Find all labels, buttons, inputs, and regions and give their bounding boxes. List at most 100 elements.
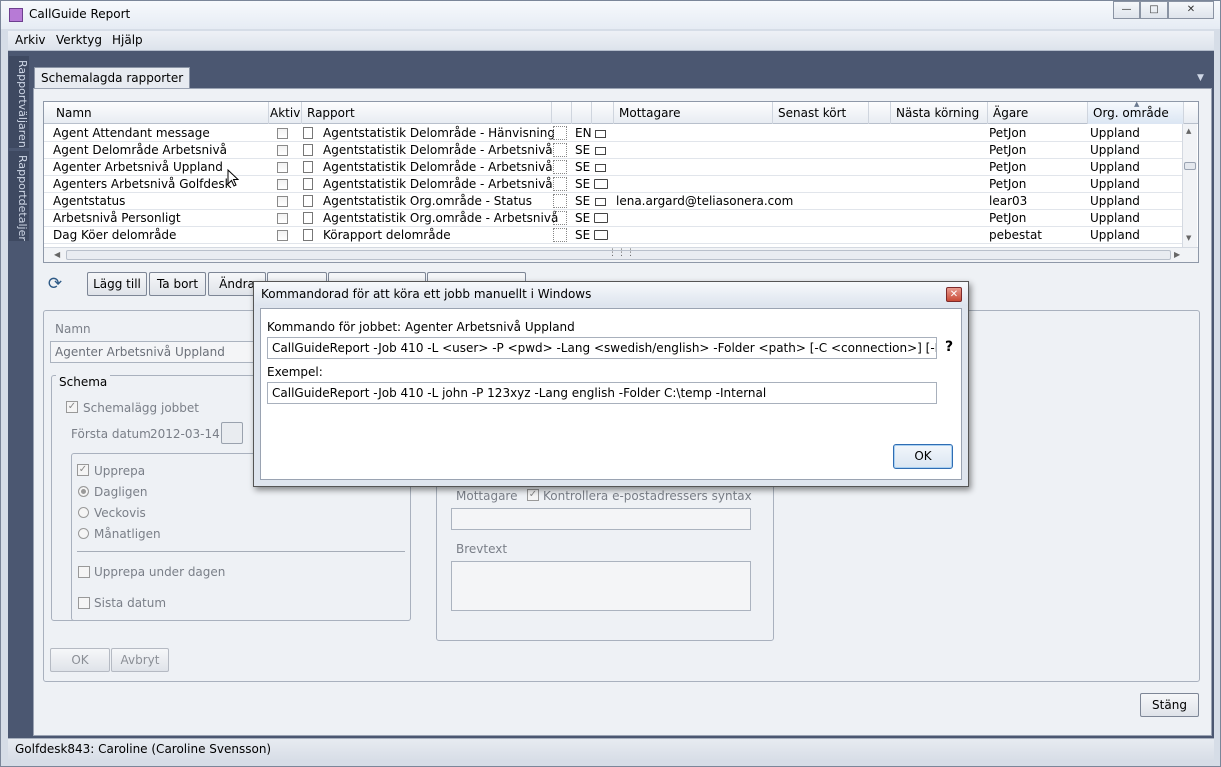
dialog-ok-button[interactable]: OK xyxy=(893,444,953,469)
name-input[interactable]: Agenter Arbetsnivå Uppland xyxy=(50,341,270,363)
row-active-checkbox[interactable] xyxy=(277,128,288,139)
row-report: Agentstatistik Delområde - Hänvisning xyxy=(323,126,555,140)
table-row[interactable]: Agentstatus Agentstatistik Org.område - S… xyxy=(44,193,1184,210)
row-active-checkbox[interactable] xyxy=(277,196,288,207)
row-org: Uppland xyxy=(1090,211,1140,225)
side-tab-rapportdetaljer[interactable]: Rapportdetaljer xyxy=(9,151,29,241)
command-field[interactable]: CallGuideReport -Job 410 -L <user> -P <p… xyxy=(267,337,937,359)
col-mottagare[interactable]: Mottagare xyxy=(614,102,773,124)
form-cancel-button[interactable]: Avbryt xyxy=(111,648,169,672)
table-row[interactable]: Agenters Arbetsnivå Golfdesk Agentstatist… xyxy=(44,176,1184,193)
col-namn[interactable]: Namn xyxy=(51,102,269,124)
col-spacer xyxy=(869,102,891,124)
example-field[interactable]: CallGuideReport -Job 410 -L john -P 123x… xyxy=(267,382,937,404)
tab-schemalagda-rapporter[interactable]: Schemalagda rapporter xyxy=(34,67,191,89)
col-aktiv[interactable]: Aktiv xyxy=(265,102,302,124)
grid-horizontal-scrollbar[interactable]: ◀ ⋮⋮⋮ ▶ xyxy=(44,247,1198,262)
row-owner: PetJon xyxy=(989,143,1027,157)
maximize-button[interactable]: □ xyxy=(1140,1,1168,19)
table-row[interactable]: Agent Delområde Arbetsnivå Agentstatistik… xyxy=(44,142,1184,159)
col-agare[interactable]: Ägare xyxy=(988,102,1088,124)
row-name: Agent Delområde Arbetsnivå xyxy=(53,143,227,157)
refresh-icon[interactable]: ⟳ xyxy=(44,273,66,297)
row-owner: PetJon xyxy=(989,160,1027,174)
schedule-icon xyxy=(553,126,567,140)
row-owner: PetJon xyxy=(989,126,1027,140)
form-ok-button[interactable]: OK xyxy=(50,648,110,672)
scroll-up-icon[interactable]: ▲ xyxy=(1186,127,1191,135)
repeat-checkbox[interactable]: ✓ xyxy=(77,464,89,476)
row-active-checkbox[interactable] xyxy=(277,145,288,156)
minimize-button[interactable]: — xyxy=(1113,1,1140,19)
repeat-label: Upprepa xyxy=(94,464,146,478)
row-active-checkbox[interactable] xyxy=(277,213,288,224)
menu-hjalp[interactable]: Hjälp xyxy=(112,33,143,47)
schedule-icon xyxy=(553,177,567,191)
table-row[interactable]: Dag Köer delområde Körapport delområde SE p… xyxy=(44,227,1184,244)
schedule-job-checkbox[interactable]: ✓ xyxy=(66,401,78,413)
close-button[interactable]: Stäng xyxy=(1140,693,1199,717)
schedule-job-label: Schemalägg jobbet xyxy=(83,401,199,415)
report-icon xyxy=(303,195,313,207)
table-row[interactable]: Agent Attendant message Agentstatistik De… xyxy=(44,125,1184,142)
row-lang: SE xyxy=(575,228,591,242)
recipient-label: Mottagare xyxy=(456,489,518,503)
monthly-radio[interactable] xyxy=(78,528,89,539)
row-lang: SE xyxy=(575,177,591,191)
schedule-icon xyxy=(553,194,567,208)
row-org: Uppland xyxy=(1090,194,1140,208)
remove-button[interactable]: Ta bort xyxy=(149,272,206,296)
col-nasta-korning[interactable]: Nästa körning xyxy=(891,102,988,124)
check-syntax-checkbox[interactable]: ✓ xyxy=(527,489,539,501)
grid-vertical-scrollbar[interactable]: ▲ ▼ xyxy=(1182,124,1197,248)
scroll-thumb[interactable] xyxy=(1184,162,1196,170)
row-name: Agentstatus xyxy=(53,194,126,208)
row-active-checkbox[interactable] xyxy=(277,179,288,190)
row-report: Agentstatistik Delområde - Arbetsnivå xyxy=(323,177,553,191)
side-tab-rapportvaljaren[interactable]: Rapportväljaren xyxy=(9,56,29,148)
report-icon xyxy=(303,178,313,190)
col-rapport[interactable]: Rapport xyxy=(302,102,552,124)
calendar-icon[interactable] xyxy=(221,422,243,444)
col-lang[interactable] xyxy=(572,102,592,124)
body-textarea[interactable] xyxy=(451,561,751,611)
scroll-left-icon[interactable]: ◀ xyxy=(54,250,60,259)
add-button[interactable]: Lägg till xyxy=(87,272,147,296)
row-owner: pebestat xyxy=(989,228,1043,242)
row-owner: PetJon xyxy=(989,211,1027,225)
table-row[interactable]: Agenter Arbetsnivå Uppland Agentstatistik… xyxy=(44,159,1184,176)
recipient-input[interactable] xyxy=(451,508,751,530)
table-row[interactable]: Arbetsnivå Personligt Agentstatistik Org.… xyxy=(44,210,1184,227)
row-active-checkbox[interactable] xyxy=(277,162,288,173)
command-dialog: Kommandorad för att köra ett jobb manuel… xyxy=(253,281,969,487)
daily-label: Dagligen xyxy=(94,485,148,499)
mail-icon xyxy=(595,147,606,155)
col-delivery[interactable] xyxy=(592,102,614,124)
daily-radio[interactable] xyxy=(78,486,89,497)
col-senast-kort[interactable]: Senast kört xyxy=(773,102,869,124)
row-org: Uppland xyxy=(1090,160,1140,174)
status-bar: Golfdesk843: Caroline (Caroline Svensson… xyxy=(8,738,1214,760)
last-date-checkbox[interactable] xyxy=(78,597,90,609)
repeat-day-checkbox[interactable] xyxy=(78,566,90,578)
first-date-value[interactable]: 2012-03-14 xyxy=(150,427,220,441)
schema-legend: Schema xyxy=(56,375,111,389)
weekly-radio[interactable] xyxy=(78,507,89,518)
row-report: Agentstatistik Org.område - Arbetsnivå xyxy=(323,211,559,225)
report-icon xyxy=(303,229,313,241)
report-icon xyxy=(303,127,313,139)
scroll-down-icon[interactable]: ▼ xyxy=(1186,234,1191,242)
col-schedule[interactable] xyxy=(552,102,572,124)
menu-verktyg[interactable]: Verktyg xyxy=(56,33,102,47)
dialog-close-icon[interactable]: ✕ xyxy=(946,287,962,302)
close-window-button[interactable]: ✕ xyxy=(1168,1,1214,19)
row-owner: lear03 xyxy=(989,194,1028,208)
grid-header: Namn Aktiv Rapport Mottagare Senast kört… xyxy=(44,100,1198,124)
scroll-right-icon[interactable]: ▶ xyxy=(1174,250,1180,259)
row-lang: SE xyxy=(575,194,591,208)
body-label: Brevtext xyxy=(456,542,508,556)
help-icon[interactable]: ? xyxy=(945,339,953,355)
tab-dropdown-icon[interactable]: ▼ xyxy=(1197,73,1204,83)
menu-arkiv[interactable]: Arkiv xyxy=(15,33,46,47)
row-active-checkbox[interactable] xyxy=(277,230,288,241)
